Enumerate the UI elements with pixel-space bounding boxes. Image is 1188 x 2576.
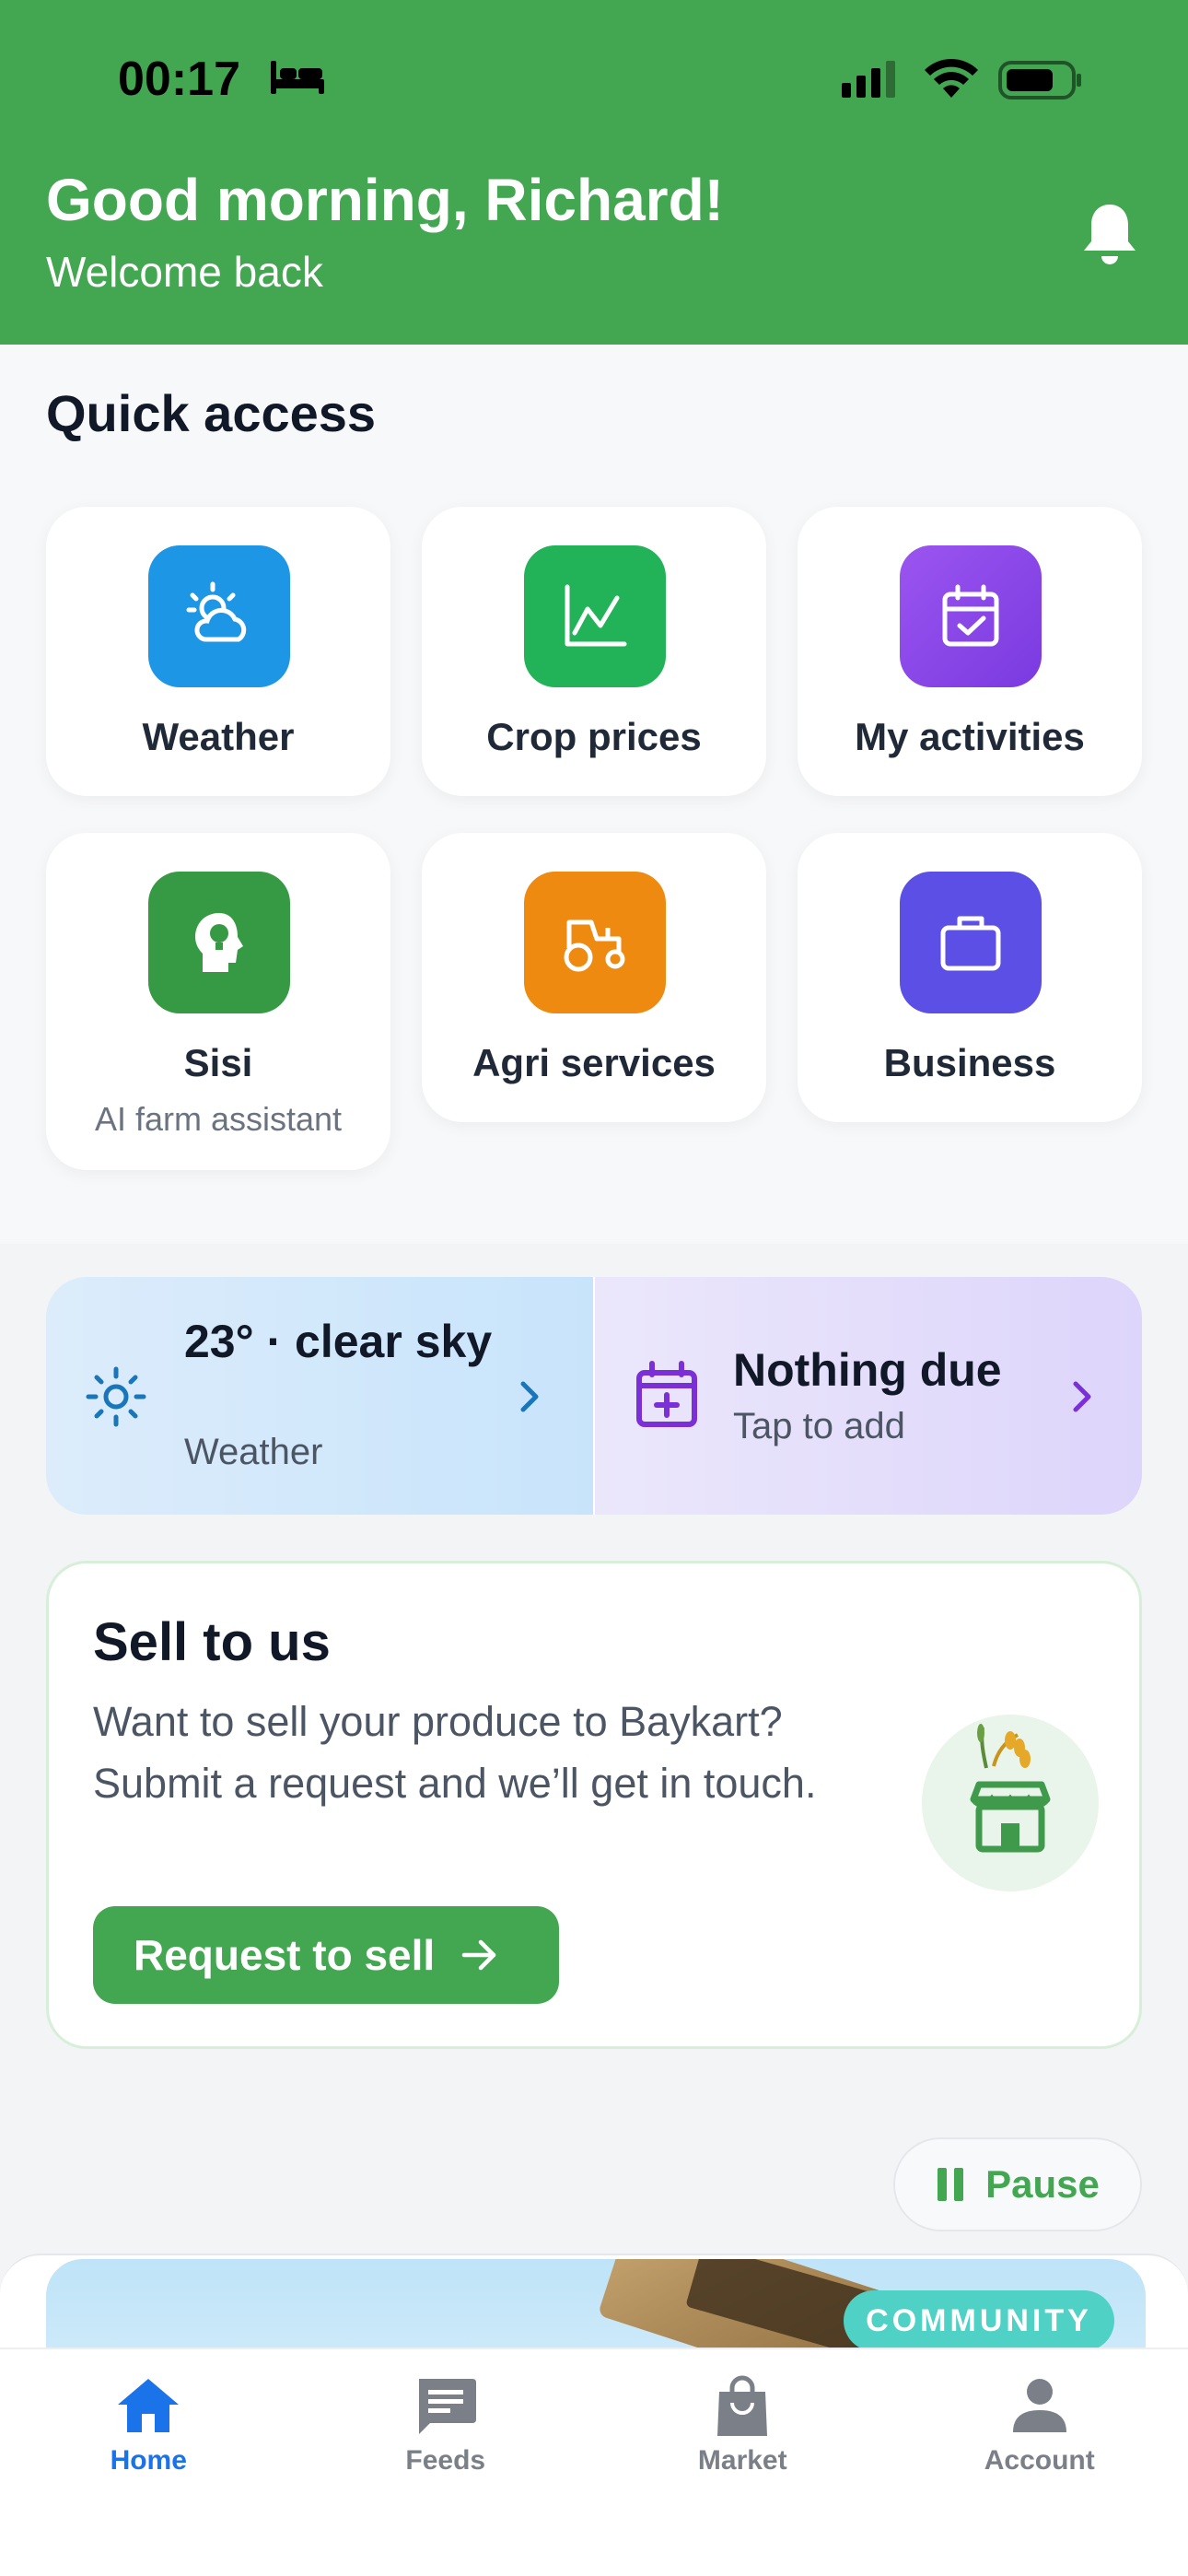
person-icon: [1012, 2379, 1066, 2432]
activity-summary-card[interactable]: Nothing due Tap to add: [593, 1277, 1142, 1515]
tile-agri-services[interactable]: Agri services: [422, 833, 766, 1122]
chevron-right-icon: [520, 1381, 539, 1412]
pause-label: Pause: [985, 2162, 1100, 2206]
activity-title: Nothing due: [733, 1344, 1002, 1396]
tile-my-activities-label: My activities: [855, 715, 1085, 758]
header: 00:17 Good morning, Richard! Welcome bac…: [0, 0, 1188, 345]
nav-market-label: Market: [697, 2445, 787, 2476]
welcome-subtitle: Welcome back: [46, 248, 323, 296]
wifi-icon: [925, 58, 978, 98]
nav-home-label: Home: [110, 2445, 187, 2476]
sell-description: Want to sell your produce to Baykart? Su…: [93, 1698, 817, 1807]
nav-feeds-label: Feeds: [405, 2445, 486, 2476]
activity-caption: Tap to add: [733, 1406, 905, 1446]
tile-sisi[interactable]: Sisi AI farm assistant: [46, 833, 390, 1170]
chat-icon: [418, 2379, 476, 2434]
tile-weather[interactable]: Weather: [46, 507, 390, 796]
tile-my-activities[interactable]: My activities: [798, 507, 1142, 796]
shopping-bag-icon: [717, 2375, 768, 2436]
nav-account-label: Account: [984, 2445, 1095, 2476]
weather-temperature: 23° · clear sky: [184, 1316, 493, 1367]
request-to-sell-button[interactable]: Request to sell: [93, 1906, 559, 2004]
bottom-navigation: Home Feeds Market Account: [0, 2348, 1188, 2576]
quick-access-title: Quick access: [46, 384, 377, 442]
weather-icon: [148, 545, 290, 687]
nav-feeds[interactable]: Feeds: [297, 2349, 595, 2576]
briefcase-icon: [900, 872, 1042, 1013]
weather-summary-card[interactable]: 23° · clear sky Weather: [46, 1277, 593, 1515]
greeting-title: Good morning, Richard!: [46, 167, 724, 233]
status-bar: 00:17: [0, 0, 1188, 161]
tile-weather-label: Weather: [142, 715, 295, 758]
sell-title: Sell to us: [93, 1612, 331, 1672]
calendar-add-icon: [636, 1361, 697, 1427]
chevron-right-icon: [1073, 1381, 1091, 1412]
tile-business[interactable]: Business: [798, 833, 1142, 1122]
pause-icon: [936, 2168, 965, 2201]
bulb-head-icon: [148, 872, 290, 1013]
nav-home[interactable]: Home: [0, 2349, 297, 2576]
arrow-right-icon: [461, 1939, 496, 1971]
tractor-icon: [524, 872, 666, 1013]
tile-sisi-label: Sisi: [183, 1041, 253, 1084]
storefront-illustration: [922, 1715, 1099, 1891]
home-icon: [118, 2379, 180, 2432]
chart-icon: [524, 545, 666, 687]
request-to-sell-label: Request to sell: [134, 1931, 436, 1979]
tile-crop-prices-label: Crop prices: [486, 715, 702, 758]
battery-icon: [998, 61, 1081, 100]
home-screen: 00:17 Good morning, Richard! Welcome bac…: [0, 0, 1188, 2576]
status-time: 00:17: [118, 53, 240, 106]
sell-to-us-card: Sell to us Want to sell your produce to …: [46, 1561, 1142, 2049]
carousel-pause-button[interactable]: Pause: [893, 2137, 1142, 2231]
tile-agri-services-label: Agri services: [472, 1041, 716, 1084]
signal-icon: [842, 61, 895, 98]
tile-business-label: Business: [883, 1041, 1056, 1084]
nav-market[interactable]: Market: [594, 2349, 891, 2576]
weather-caption: Weather: [184, 1432, 323, 1472]
nav-account[interactable]: Account: [891, 2349, 1188, 2576]
sun-icon: [86, 1366, 146, 1427]
tile-sisi-sublabel: AI farm assistant: [94, 1100, 343, 1138]
tile-crop-prices[interactable]: Crop prices: [422, 507, 766, 796]
info-cards-row: 23° · clear sky Weather Nothing due Tap …: [46, 1277, 1142, 1515]
bed-icon: [271, 61, 324, 94]
calendar-check-icon: [900, 545, 1042, 687]
quick-access-section: Quick access Weather Crop prices My acti…: [0, 345, 1188, 1244]
community-badge: COMMUNITY: [844, 2290, 1114, 2351]
bell-icon[interactable]: [1079, 201, 1140, 267]
